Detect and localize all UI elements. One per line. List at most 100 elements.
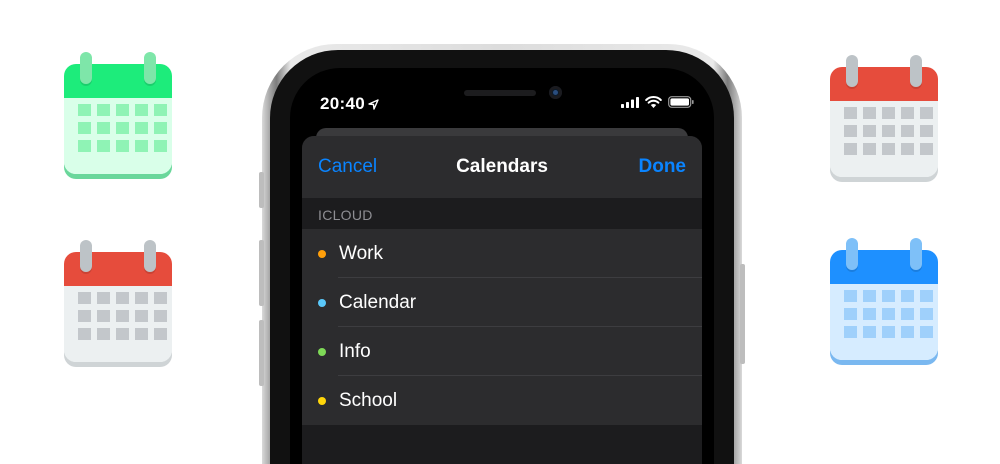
calendar-day-cell: [920, 125, 933, 137]
calendar-day-cell: [920, 326, 933, 338]
calendar-day-cell: [116, 104, 129, 116]
done-button[interactable]: Done: [639, 156, 687, 178]
calendars-sheet: Cancel Calendars Done ICLOUD Work Calend…: [302, 136, 702, 464]
calendar-day-cell: [844, 143, 857, 155]
side-button: [259, 320, 264, 386]
blue-calendar-icon: [830, 238, 938, 362]
calendar-day-cell: [116, 310, 129, 322]
calendar-day-cell: [78, 310, 91, 322]
calendar-day-cell: [844, 107, 857, 119]
calendar-day-cell: [116, 122, 129, 134]
calendar-day-cell: [97, 140, 110, 152]
calendar-ring: [144, 52, 156, 84]
calendar-day-cell: [882, 125, 895, 137]
calendar-color-dot: [318, 347, 326, 356]
red-calendar-icon-left: [64, 240, 172, 364]
calendar-row-label: Calendar: [339, 291, 417, 313]
calendar-day-cell: [863, 125, 876, 137]
status-time-text: 20:40: [320, 94, 365, 113]
camera-icon: [549, 86, 562, 99]
battery-icon: [668, 96, 694, 108]
calendar-day-cell: [882, 107, 895, 119]
calendar-day-cell: [135, 310, 148, 322]
side-button: [740, 264, 745, 364]
calendar-day-cell: [844, 290, 857, 302]
calendar-day-cell: [97, 310, 110, 322]
calendar-color-dot: [318, 396, 326, 405]
calendar-day-cell: [882, 326, 895, 338]
calendar-day-cell: [116, 328, 129, 340]
calendar-day-cell: [901, 107, 914, 119]
calendar-row-info[interactable]: Info: [302, 327, 702, 376]
calendar-row-label: Info: [339, 340, 371, 362]
calendar-ring: [846, 238, 858, 270]
calendar-day-cell: [901, 326, 914, 338]
calendar-row-school[interactable]: School: [302, 376, 702, 425]
notch: [384, 68, 616, 112]
calendar-day-cell: [97, 104, 110, 116]
wifi-icon: [645, 96, 662, 108]
location-arrow-icon: [368, 99, 379, 110]
calendar-ring: [144, 240, 156, 272]
calendar-day-cell: [154, 310, 167, 322]
calendar-day-grid: [78, 292, 167, 340]
calendar-day-cell: [920, 107, 933, 119]
calendar-day-cell: [78, 292, 91, 304]
phone-screen: 20:40 Cancel Calendars Done ICLOUD Work …: [290, 68, 714, 464]
calendar-day-grid: [844, 107, 933, 155]
calendar-day-cell: [154, 292, 167, 304]
calendar-day-cell: [78, 140, 91, 152]
status-icons: [621, 96, 694, 108]
calendar-day-cell: [135, 122, 148, 134]
calendar-row-work[interactable]: Work: [302, 229, 702, 278]
calendar-row-label: Work: [339, 242, 383, 264]
calendar-ring: [910, 238, 922, 270]
calendar-day-cell: [154, 140, 167, 152]
calendar-ring: [846, 55, 858, 87]
calendar-day-cell: [863, 290, 876, 302]
green-calendar-icon: [64, 52, 172, 176]
calendar-day-cell: [863, 308, 876, 320]
calendar-day-cell: [135, 140, 148, 152]
calendar-row-calendar[interactable]: Calendar: [302, 278, 702, 327]
section-header-icloud: ICLOUD: [302, 198, 702, 229]
calendar-list: Work Calendar Info School: [302, 229, 702, 425]
calendar-day-grid: [844, 290, 933, 338]
cellular-signal-icon: [621, 96, 639, 108]
calendar-day-cell: [154, 104, 167, 116]
calendar-color-dot: [318, 298, 326, 307]
calendar-row-label: School: [339, 389, 398, 411]
calendar-day-cell: [154, 328, 167, 340]
calendar-day-cell: [844, 308, 857, 320]
calendar-ring: [80, 240, 92, 272]
calendar-day-cell: [901, 143, 914, 155]
calendar-day-cell: [863, 143, 876, 155]
red-calendar-icon-right: [830, 55, 938, 179]
phone-frame: 20:40 Cancel Calendars Done ICLOUD Work …: [259, 44, 745, 464]
navigation-bar: Cancel Calendars Done: [302, 136, 702, 198]
calendar-day-cell: [844, 125, 857, 137]
calendar-day-cell: [116, 140, 129, 152]
calendar-day-cell: [920, 308, 933, 320]
calendar-ring: [910, 55, 922, 87]
calendar-day-cell: [135, 328, 148, 340]
calendar-day-cell: [882, 290, 895, 302]
calendar-day-cell: [882, 143, 895, 155]
side-button: [259, 240, 264, 306]
calendar-day-cell: [135, 292, 148, 304]
calendar-day-cell: [78, 104, 91, 116]
calendar-day-cell: [97, 122, 110, 134]
calendar-ring: [80, 52, 92, 84]
calendar-day-cell: [154, 122, 167, 134]
calendar-day-cell: [901, 125, 914, 137]
phone-bezel: 20:40 Cancel Calendars Done ICLOUD Work …: [270, 50, 734, 464]
calendar-day-cell: [920, 290, 933, 302]
calendar-day-cell: [97, 328, 110, 340]
calendar-day-cell: [920, 143, 933, 155]
calendar-day-cell: [135, 104, 148, 116]
calendar-day-cell: [97, 292, 110, 304]
calendar-day-cell: [844, 326, 857, 338]
speaker: [464, 90, 536, 96]
calendar-day-cell: [882, 308, 895, 320]
calendar-color-dot: [318, 249, 326, 258]
